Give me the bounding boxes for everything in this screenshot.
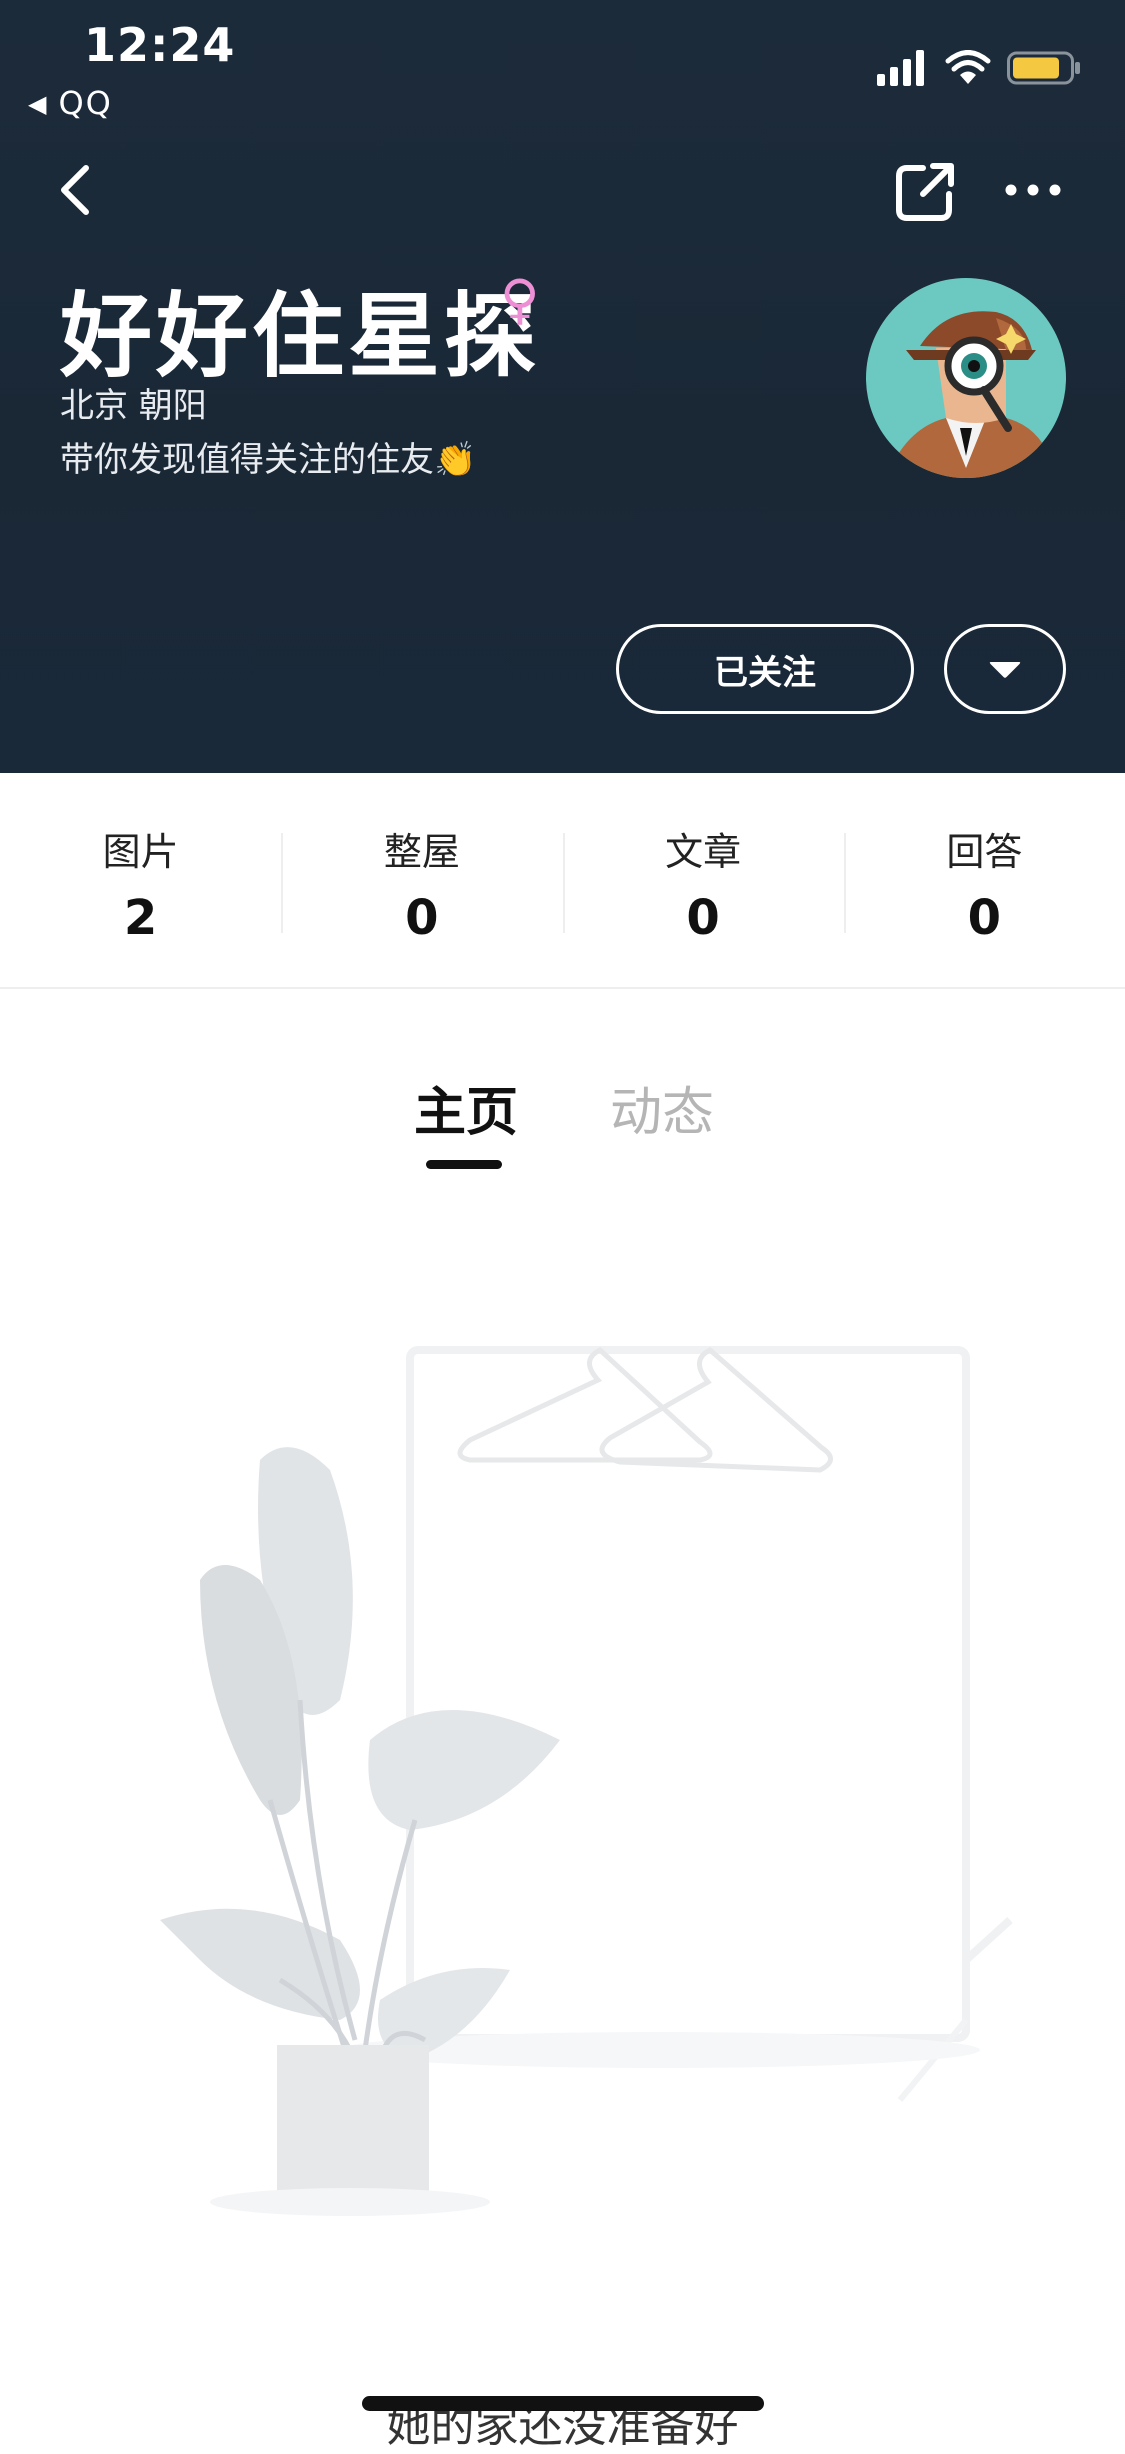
following-button[interactable]: 已关注 <box>616 624 914 714</box>
profile-header: 12:24 ◀ QQ 好好住星探 ♀ 北京 朝阳 带你发现值得关注的住友👏 已关… <box>0 0 1125 773</box>
share-icon[interactable] <box>893 160 957 224</box>
caret-down-icon <box>989 662 1021 678</box>
stat-photos[interactable]: 图片 2 <box>0 773 281 987</box>
wifi-icon <box>945 50 991 84</box>
profile-stats: 图片 2 整屋 0 文章 0 回答 0 <box>0 773 1125 989</box>
tab-activity[interactable]: 动态 <box>610 1070 714 1145</box>
detective-avatar <box>866 278 1066 478</box>
avatar[interactable] <box>866 278 1066 478</box>
more-icon[interactable] <box>1001 160 1065 224</box>
stat-label: 回答 <box>946 830 1023 874</box>
profile-bio: 带你发现值得关注的住友👏 <box>60 440 477 480</box>
female-gender-icon: ♀ <box>500 268 540 331</box>
back-chevron-icon[interactable] <box>48 160 108 220</box>
stat-value: 0 <box>686 890 720 946</box>
stat-value: 2 <box>123 890 158 946</box>
empty-state-illustration <box>160 1346 1013 2216</box>
stat-label: 整屋 <box>383 830 460 874</box>
battery-icon <box>1007 51 1080 85</box>
active-tab-indicator <box>426 1160 502 1169</box>
home-indicator[interactable] <box>362 2396 764 2411</box>
status-icons <box>877 46 1081 90</box>
status-time: 12:24 <box>84 18 236 72</box>
profile-name: 好好住星探 <box>60 283 541 390</box>
stat-whole-house[interactable]: 整屋 0 <box>281 773 562 987</box>
back-triangle-icon: ◀ <box>28 90 49 118</box>
stat-label: 文章 <box>665 830 742 874</box>
tab-home[interactable]: 主页 <box>414 1070 518 1145</box>
more-actions-dropdown[interactable] <box>944 624 1066 714</box>
stat-label: 图片 <box>102 830 179 874</box>
stat-answers[interactable]: 回答 0 <box>843 773 1125 987</box>
return-to-app-link[interactable]: ◀ QQ <box>28 84 113 122</box>
stat-articles[interactable]: 文章 0 <box>562 773 844 987</box>
stat-value: 0 <box>967 890 1002 946</box>
signal-icon <box>877 50 924 86</box>
return-app-label: QQ <box>58 84 113 122</box>
profile-location: 北京 朝阳 <box>60 386 207 426</box>
stat-value: 0 <box>405 890 439 946</box>
